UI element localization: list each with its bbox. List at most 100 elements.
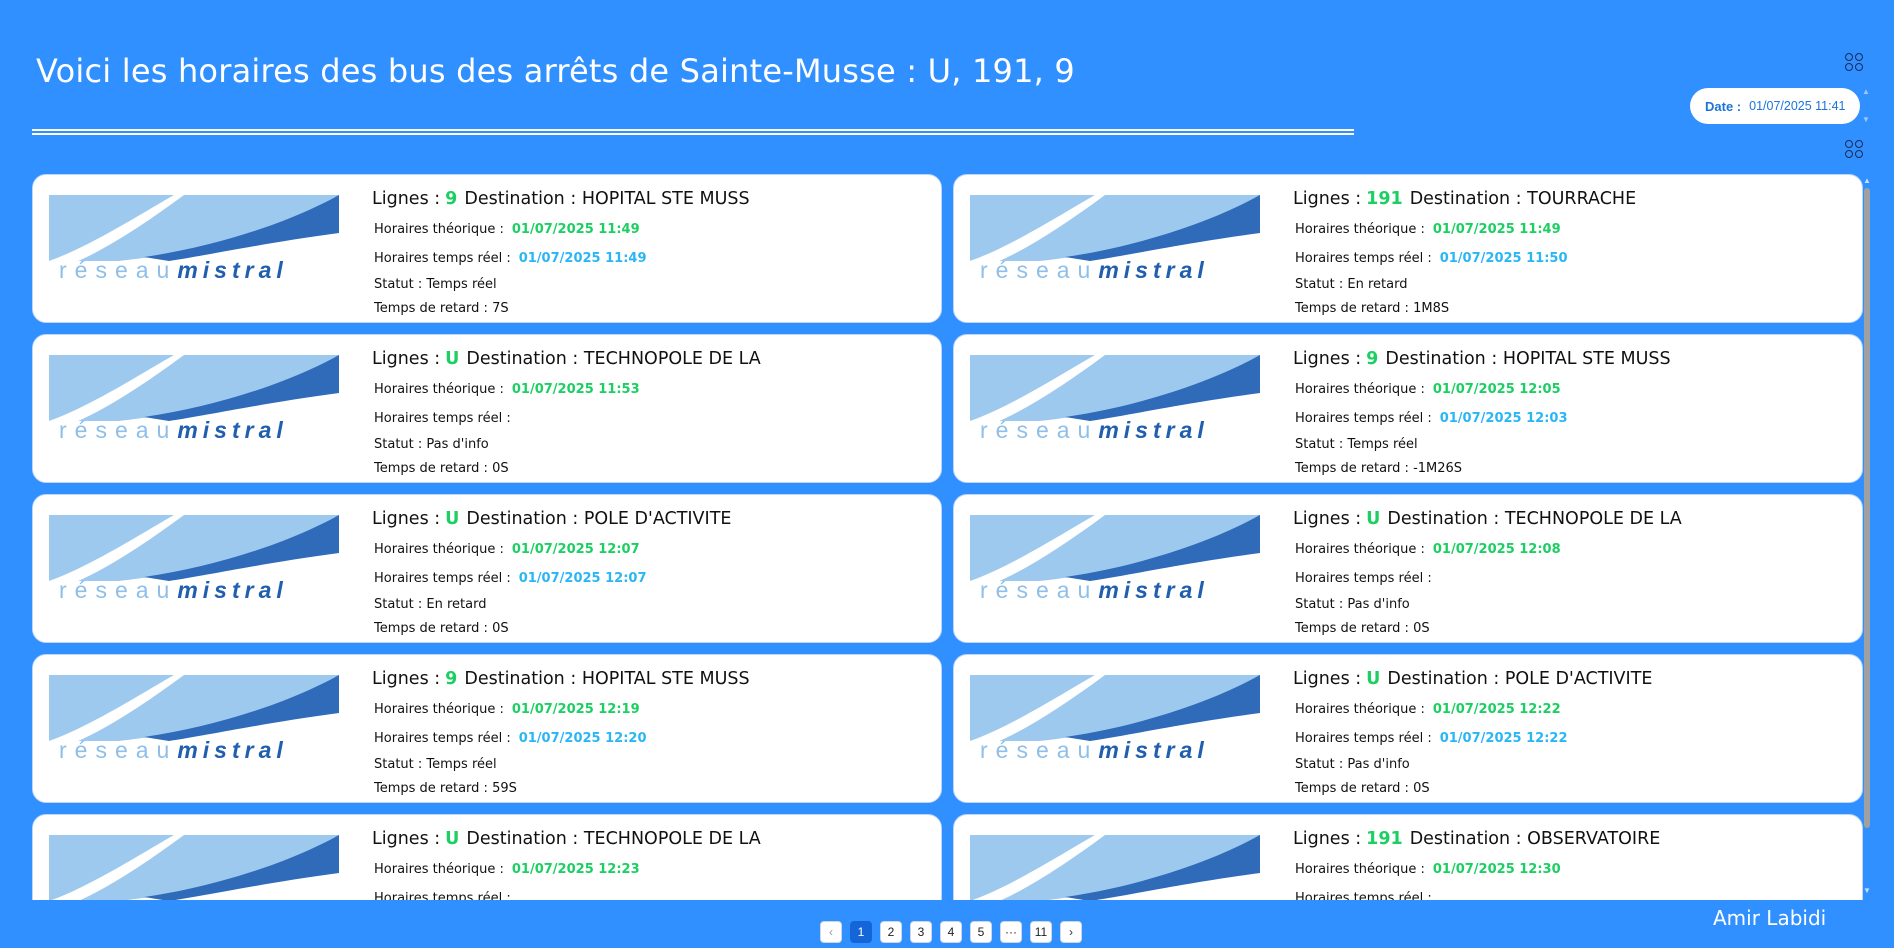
logo-text-reseau: réseau	[59, 577, 178, 603]
delay-value: 0S	[1413, 781, 1430, 796]
logo-text-reseau: réseau	[59, 417, 178, 443]
reseau-mistral-logo: réseaumistral	[49, 195, 339, 287]
schedule-card[interactable]: réseaumistral Lignes :U Destination : TEC…	[32, 814, 942, 900]
delay-value: 1M8S	[1413, 301, 1450, 316]
lines-label: Lignes :	[1293, 829, 1362, 849]
schedule-card[interactable]: réseaumistral Lignes :9 Destination : HOP…	[32, 654, 942, 803]
delay-label: Temps de retard :	[374, 621, 488, 636]
theoretical-time-value: 01/07/2025 12:07	[511, 542, 640, 557]
schedule-card[interactable]: réseaumistral Lignes : U Destination : POL…	[953, 654, 1863, 803]
delay-label: Temps de retard :	[1295, 781, 1409, 796]
next-page-button[interactable]: ›	[1060, 921, 1082, 943]
theoretical-time-label: Horaires théorique :	[374, 542, 504, 557]
delay-value: 7S	[492, 301, 509, 316]
schedule-card[interactable]: réseaumistral Lignes :U Destination : TEC…	[32, 334, 942, 483]
lines-label: Lignes :	[372, 189, 441, 209]
scroll-down-icon[interactable]: ▼	[1862, 886, 1872, 895]
page-button-2[interactable]: 2	[880, 921, 902, 943]
status-label: Statut :	[1295, 277, 1344, 292]
status-value: Temps réel	[426, 277, 497, 292]
theoretical-time-label: Horaires théorique :	[1295, 222, 1425, 237]
theoretical-time-label: Horaires théorique :	[1295, 862, 1425, 877]
destination-label: Destination :	[1409, 829, 1522, 849]
lines-label: Lignes :	[372, 669, 441, 689]
pagination: ‹ 1 2 3 4 5 ··· 11 ›	[820, 921, 1082, 943]
realtime-value: 01/07/2025 12:03	[1439, 411, 1568, 426]
scroll-up-icon[interactable]: ▲	[1862, 176, 1872, 185]
schedule-card[interactable]: réseaumistral Lignes :191 Destination : O…	[953, 814, 1863, 900]
theoretical-time-value: 01/07/2025 12:23	[511, 862, 640, 877]
status-label: Statut :	[1295, 597, 1344, 612]
page-button-4[interactable]: 4	[940, 921, 962, 943]
schedule-card[interactable]: réseaumistral Lignes :9 Destination : HOP…	[32, 174, 942, 323]
logo-text-reseau: réseau	[980, 257, 1099, 283]
logo-text-mistral: mistral	[177, 257, 288, 283]
page-ellipsis[interactable]: ···	[1000, 921, 1022, 943]
delay-value: -1M26S	[1413, 461, 1463, 476]
schedule-list[interactable]: réseaumistral Lignes :9 Destination : HOP…	[0, 172, 1880, 900]
reseau-mistral-logo: réseaumistral	[49, 355, 339, 447]
delay-value: 59S	[492, 781, 517, 796]
schedule-card[interactable]: réseaumistral Lignes :191 Destination : T…	[953, 174, 1863, 323]
schedule-card[interactable]: réseaumistral Lignes :9 Destination : HOP…	[953, 334, 1863, 483]
destination-value: HOPITAL STE MUSS	[1502, 349, 1671, 369]
destination-value: TECHNOPOLE DE LA	[583, 829, 761, 849]
logo-text-mistral: mistral	[177, 737, 288, 763]
page-button-11[interactable]: 11	[1030, 921, 1052, 943]
realtime-value: 01/07/2025 11:49	[518, 251, 647, 266]
destination-label: Destination :	[1387, 669, 1500, 689]
logo-text-mistral: mistral	[1098, 417, 1209, 443]
date-badge: Date : 01/07/2025 11:41	[1690, 88, 1860, 124]
grid-view-icon-secondary[interactable]	[1844, 139, 1864, 159]
arrow-up-icon[interactable]: ▲	[1862, 88, 1870, 96]
schedule-card[interactable]: réseaumistral Lignes : U Destination : POL…	[32, 494, 942, 643]
status-value: En retard	[1347, 277, 1408, 292]
destination-value: TOURRACHE	[1527, 189, 1637, 209]
line-number: U	[445, 829, 460, 849]
logo-text-reseau: réseau	[59, 257, 178, 283]
destination-value: POLE D'ACTIVITE	[583, 509, 732, 529]
status-value: Temps réel	[1347, 437, 1418, 452]
page-button-5[interactable]: 5	[970, 921, 992, 943]
destination-value: HOPITAL STE MUSS	[581, 669, 750, 689]
page-button-3[interactable]: 3	[910, 921, 932, 943]
prev-page-button[interactable]: ‹	[820, 921, 842, 943]
date-scroll-arrows[interactable]: ▲ ▼	[1862, 88, 1870, 124]
status-label: Statut :	[374, 437, 423, 452]
realtime-value: 01/07/2025 12:20	[518, 731, 647, 746]
grid-view-icon[interactable]	[1844, 52, 1864, 72]
destination-value: TECHNOPOLE DE LA	[1504, 509, 1682, 529]
schedule-cards: réseaumistral Lignes :9 Destination : HOP…	[32, 174, 1863, 900]
delay-label: Temps de retard :	[374, 461, 488, 476]
destination-value: HOPITAL STE MUSS	[581, 189, 750, 209]
arrow-down-icon[interactable]: ▼	[1862, 116, 1870, 124]
reseau-mistral-logo: réseaumistral	[970, 515, 1260, 607]
realtime-label: Horaires temps réel :	[374, 731, 511, 746]
author-name: Amir Labidi	[1713, 906, 1827, 930]
status-label: Statut :	[374, 757, 423, 772]
theoretical-time-value: 01/07/2025 11:49	[511, 222, 640, 237]
date-value: 01/07/2025 11:41	[1749, 99, 1846, 113]
delay-label: Temps de retard :	[1295, 461, 1409, 476]
schedule-card[interactable]: réseaumistral Lignes :U Destination : TEC…	[953, 494, 1863, 643]
lines-label: Lignes :	[372, 829, 441, 849]
reseau-mistral-logo: réseaumistral	[970, 675, 1260, 767]
destination-label: Destination :	[466, 349, 579, 369]
theoretical-time-label: Horaires théorique :	[374, 382, 504, 397]
line-number: 191	[1366, 189, 1403, 209]
line-number: U	[445, 509, 460, 529]
logo-text-mistral: mistral	[1098, 897, 1208, 900]
status-label: Statut :	[1295, 757, 1344, 772]
logo-text-reseau: réseau	[59, 897, 177, 900]
theoretical-time-label: Horaires théorique :	[1295, 702, 1425, 717]
status-value: Pas d'info	[1347, 757, 1410, 772]
delay-label: Temps de retard :	[374, 781, 488, 796]
realtime-label: Horaires temps réel :	[1295, 731, 1432, 746]
reseau-mistral-logo: réseaumistral	[49, 835, 339, 900]
theoretical-time-label: Horaires théorique :	[374, 862, 504, 877]
delay-label: Temps de retard :	[1295, 621, 1409, 636]
reseau-mistral-logo: réseaumistral	[970, 835, 1260, 900]
list-scrollbar[interactable]	[1864, 188, 1870, 828]
page-button-1[interactable]: 1	[850, 921, 872, 943]
line-number: 9	[445, 669, 458, 689]
